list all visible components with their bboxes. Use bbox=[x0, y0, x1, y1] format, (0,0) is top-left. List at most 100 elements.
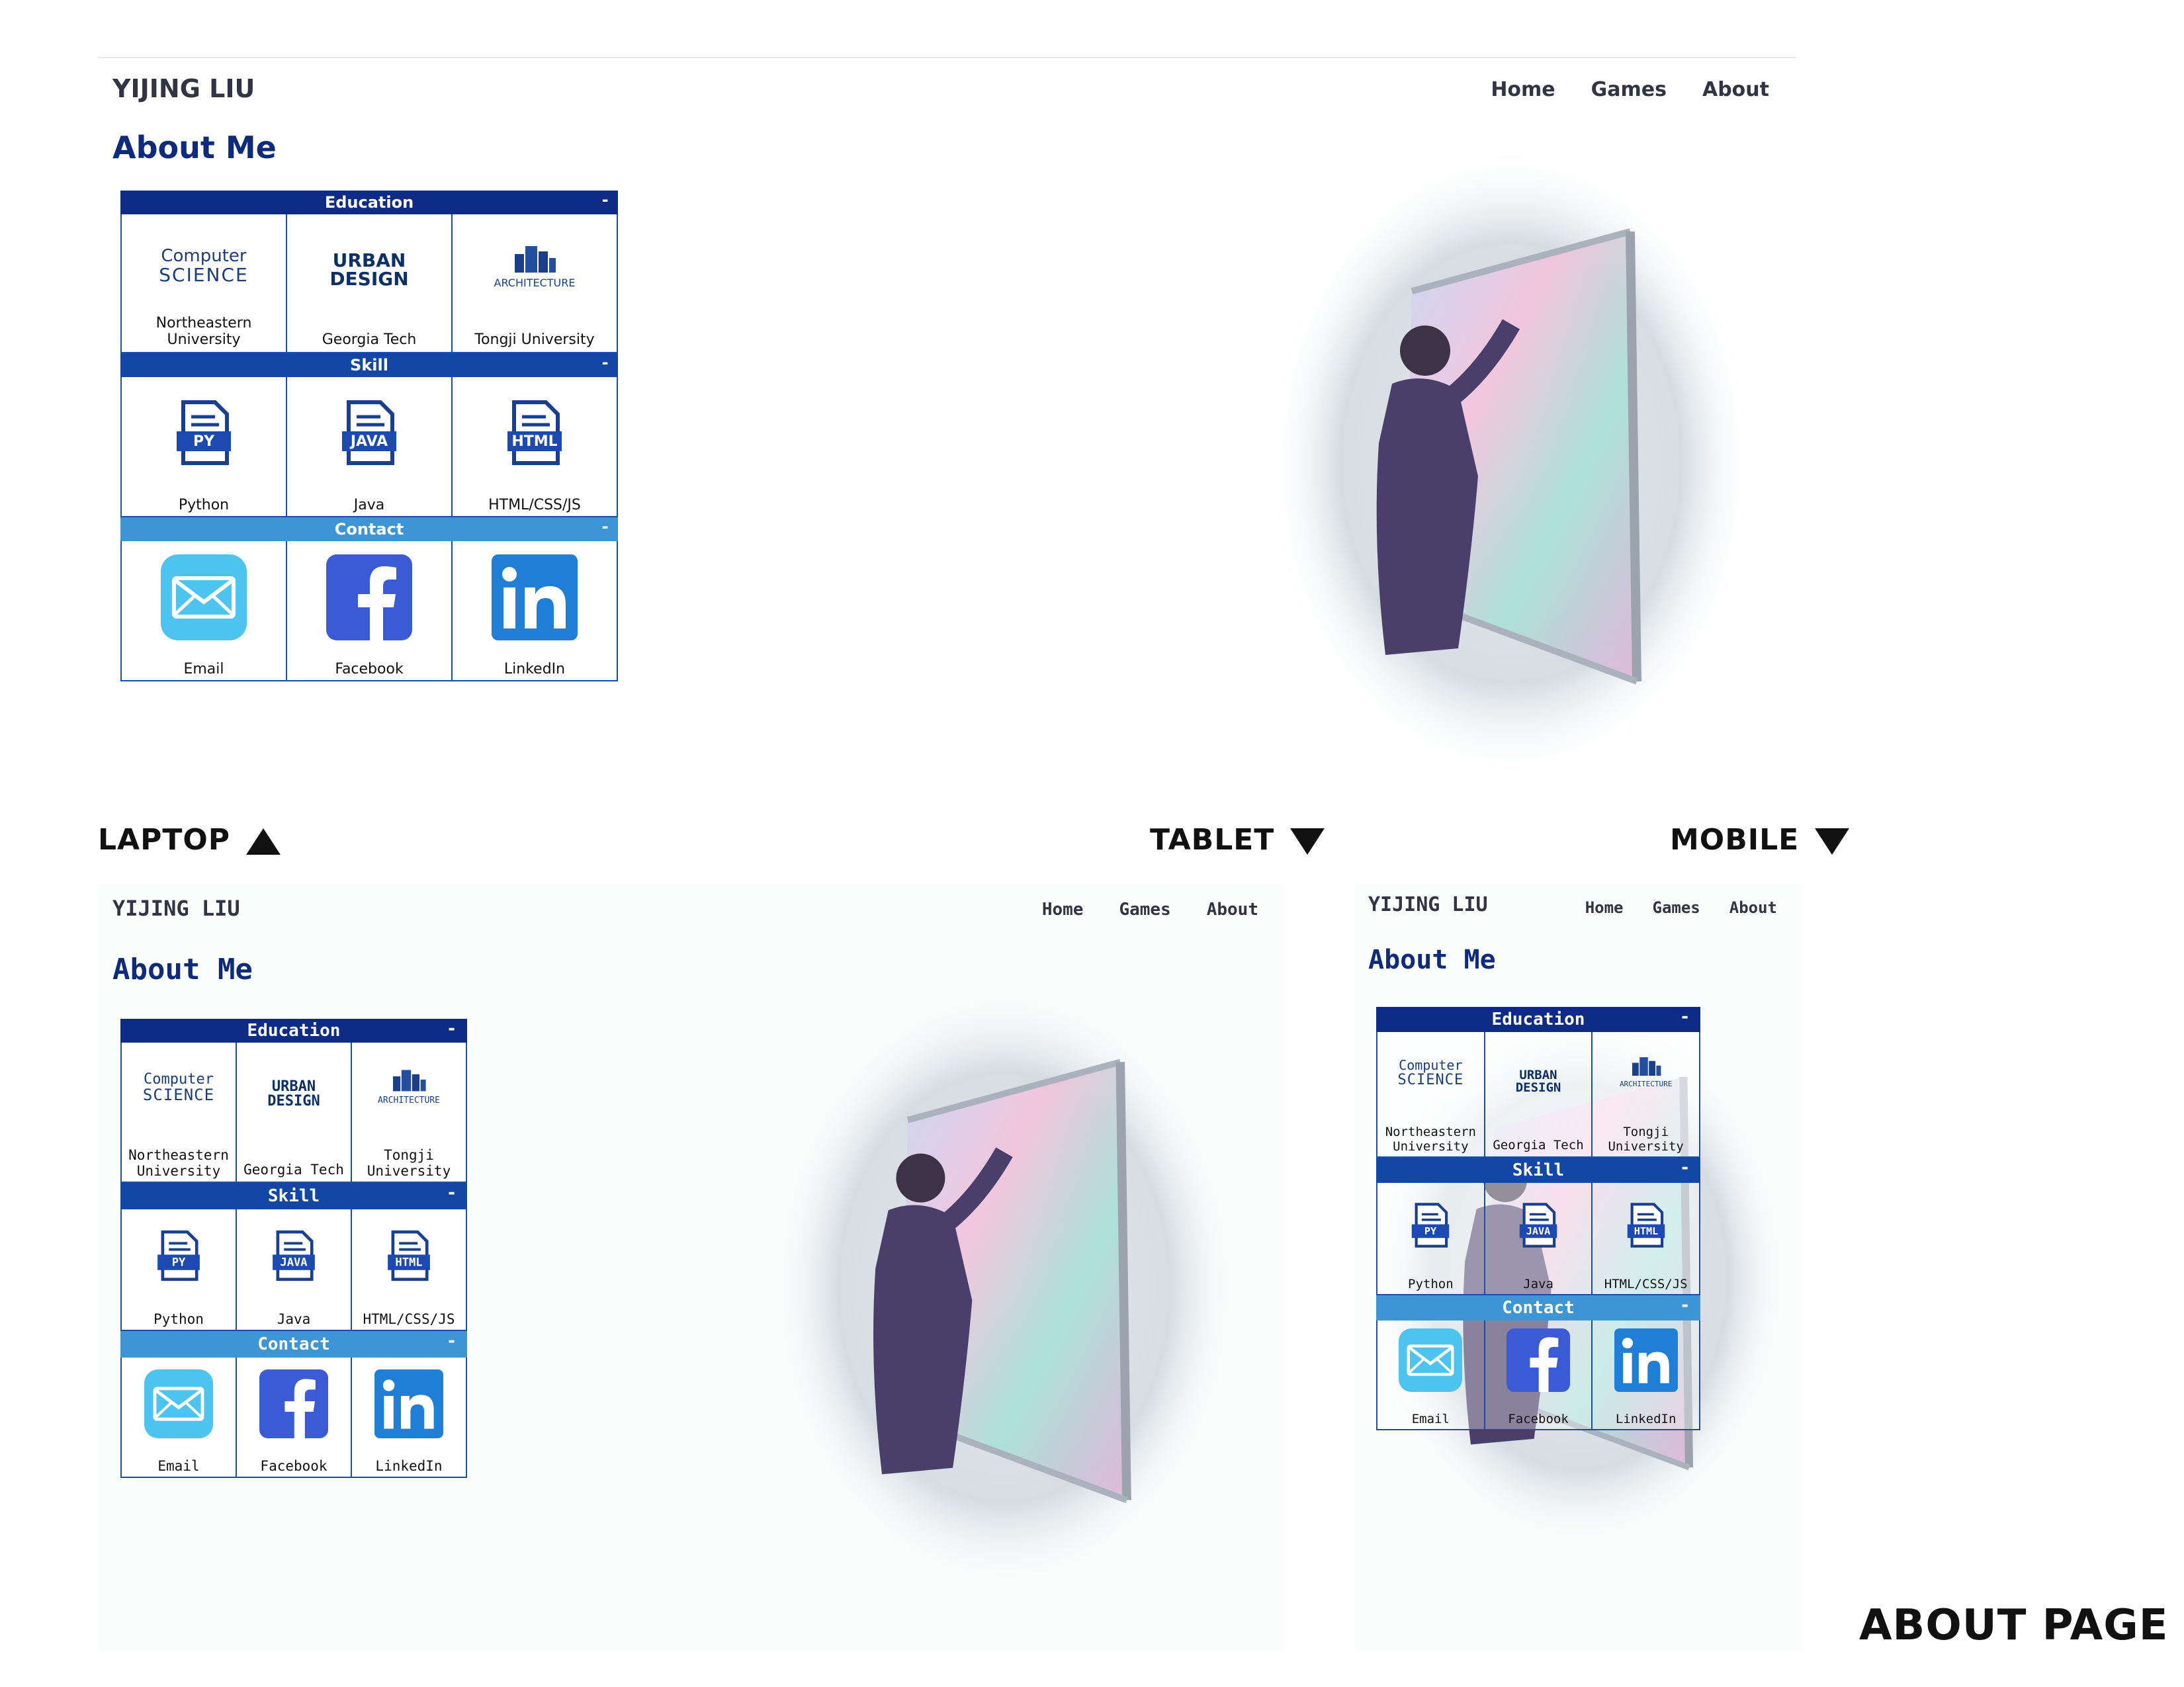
nav-about-link[interactable]: About bbox=[1207, 900, 1258, 920]
contact-row: Email Facebook LinkedIn bbox=[120, 1358, 467, 1478]
skill-cell-html[interactable]: HTML HTML/CSS/JS bbox=[1593, 1183, 1701, 1295]
education-header[interactable]: Education - bbox=[120, 1019, 467, 1043]
down-arrow-icon bbox=[1815, 828, 1850, 855]
collapse-toggle[interactable]: - bbox=[447, 1019, 457, 1039]
education-cell-tongji[interactable]: ARCHITECTURE Tongji University bbox=[352, 1043, 467, 1183]
skill-cell-java[interactable]: JAVA Java bbox=[237, 1209, 352, 1331]
architecture-logo: ARCHITECTURE bbox=[494, 241, 575, 289]
facebook-icon bbox=[1507, 1328, 1570, 1392]
education-header[interactable]: Education - bbox=[120, 191, 618, 214]
svg-text:JAVA: JAVA bbox=[349, 433, 388, 450]
brand-logo[interactable]: YIJING LIU bbox=[1368, 893, 1488, 916]
collapse-toggle[interactable]: - bbox=[1680, 1295, 1690, 1315]
python-file-icon: PY bbox=[1412, 1203, 1450, 1248]
down-arrow-icon bbox=[1290, 828, 1325, 855]
nav-home-link[interactable]: Home bbox=[1042, 900, 1084, 920]
nav-home-link[interactable]: Home bbox=[1491, 78, 1555, 101]
contact-cell-facebook[interactable]: Facebook bbox=[287, 541, 453, 681]
contact-header[interactable]: Contact - bbox=[120, 517, 618, 541]
about-grid: Education - Computer SCIENCE Northeaster… bbox=[120, 191, 618, 681]
contact-header[interactable]: Contact - bbox=[1376, 1295, 1700, 1320]
nav-games-link[interactable]: Games bbox=[1591, 78, 1667, 101]
education-cell-tongji[interactable]: ARCHITECTURE Tongji University bbox=[453, 214, 618, 353]
building-icon bbox=[392, 1070, 426, 1092]
skill-cell-html[interactable]: HTML HTML/CSS/JS bbox=[352, 1209, 467, 1331]
contact-cell-facebook[interactable]: Facebook bbox=[237, 1358, 352, 1478]
urban-design-logo: URBAN DESIGN bbox=[1515, 1068, 1561, 1095]
email-icon bbox=[144, 1369, 213, 1438]
nav-about-link[interactable]: About bbox=[1702, 78, 1769, 101]
contact-cell-facebook[interactable]: Facebook bbox=[1485, 1320, 1593, 1430]
contact-cell-email[interactable]: Email bbox=[120, 1358, 237, 1478]
contact-cell-email[interactable]: Email bbox=[120, 541, 287, 681]
laptop-label: LAPTOP bbox=[98, 823, 281, 857]
collapse-toggle[interactable]: - bbox=[602, 191, 609, 209]
computer-science-logo: Computer SCIENCE bbox=[142, 1071, 215, 1105]
collapse-toggle[interactable]: - bbox=[602, 353, 609, 372]
contact-header[interactable]: Contact - bbox=[120, 1331, 467, 1358]
nav-games-link[interactable]: Games bbox=[1119, 900, 1170, 920]
page-title: About Me bbox=[112, 130, 277, 165]
html-file-icon: HTML bbox=[507, 400, 562, 465]
brand-logo[interactable]: YIJING LIU bbox=[112, 896, 240, 921]
skill-cell-python[interactable]: PY Python bbox=[1376, 1183, 1485, 1295]
education-cell-neu[interactable]: Computer SCIENCE Northeastern University bbox=[120, 1043, 237, 1183]
up-arrow-icon bbox=[246, 828, 281, 855]
architecture-logo: ARCHITECTURE bbox=[1620, 1053, 1672, 1088]
facebook-icon bbox=[326, 554, 412, 640]
education-cell-neu[interactable]: Computer SCIENCE Northeastern University bbox=[1376, 1032, 1485, 1158]
skill-cell-html[interactable]: HTML HTML/CSS/JS bbox=[453, 377, 618, 517]
education-row: Computer SCIENCE Northeastern University… bbox=[120, 1043, 467, 1183]
education-cell-gt[interactable]: URBAN DESIGN Georgia Tech bbox=[287, 214, 453, 353]
nav-games-link[interactable]: Games bbox=[1653, 898, 1700, 917]
education-row: Computer SCIENCE Northeastern University… bbox=[1376, 1032, 1701, 1158]
about-page-label: ABOUT PAGE bbox=[1859, 1601, 2169, 1650]
page-title: About Me bbox=[112, 953, 253, 986]
skill-row: PY Python JAVA Java HTML HTML/CSS/JS bbox=[120, 377, 618, 517]
urban-design-logo: URBAN DESIGN bbox=[267, 1078, 320, 1109]
about-grid: Education - Computer SCIENCE Northeaster… bbox=[1376, 1007, 1701, 1430]
education-header[interactable]: Education - bbox=[1376, 1007, 1700, 1032]
contact-row: Email Facebook LinkedIn bbox=[120, 541, 618, 681]
skill-cell-python[interactable]: PY Python bbox=[120, 377, 287, 517]
collapse-toggle[interactable]: - bbox=[602, 517, 609, 536]
nav-home-link[interactable]: Home bbox=[1585, 898, 1624, 917]
skill-cell-java[interactable]: JAVA Java bbox=[287, 377, 453, 517]
education-cell-gt[interactable]: URBAN DESIGN Georgia Tech bbox=[237, 1043, 352, 1183]
education-cell-tongji[interactable]: ARCHITECTURE Tongji University bbox=[1593, 1032, 1701, 1158]
brand-logo[interactable]: YIJING LIU bbox=[112, 74, 255, 103]
skill-row: PY Python JAVA Java HTML HTML/CSS/JS bbox=[120, 1209, 467, 1331]
contact-cell-linkedin[interactable]: LinkedIn bbox=[352, 1358, 467, 1478]
laptop-frame: YIJING LIU Home Games About About Me Edu… bbox=[98, 57, 1796, 806]
education-cell-neu[interactable]: Computer SCIENCE Northeastern University bbox=[120, 214, 287, 353]
contact-cell-linkedin[interactable]: LinkedIn bbox=[453, 541, 618, 681]
building-icon bbox=[1632, 1057, 1661, 1076]
collapse-toggle[interactable]: - bbox=[447, 1331, 457, 1351]
computer-science-logo: Computer SCIENCE bbox=[1397, 1057, 1464, 1088]
contact-cell-email[interactable]: Email bbox=[1376, 1320, 1485, 1430]
skill-cell-java[interactable]: JAVA Java bbox=[1485, 1183, 1593, 1295]
collapse-toggle[interactable]: - bbox=[1680, 1007, 1690, 1027]
skill-cell-python[interactable]: PY Python bbox=[120, 1209, 237, 1331]
skill-header[interactable]: Skill - bbox=[120, 353, 618, 377]
skill-header[interactable]: Skill - bbox=[1376, 1158, 1700, 1183]
building-icon bbox=[514, 246, 556, 273]
svg-text:HTML: HTML bbox=[1634, 1225, 1657, 1237]
html-file-icon: HTML bbox=[1627, 1203, 1665, 1248]
svg-text:PY: PY bbox=[1424, 1225, 1437, 1237]
skill-header[interactable]: Skill - bbox=[120, 1183, 467, 1209]
nav-bar: Home Games About bbox=[1042, 900, 1258, 920]
nav-about-link[interactable]: About bbox=[1729, 898, 1777, 917]
linkedin-icon bbox=[374, 1369, 443, 1438]
education-cell-gt[interactable]: URBAN DESIGN Georgia Tech bbox=[1485, 1032, 1593, 1158]
java-file-icon: JAVA bbox=[342, 400, 396, 465]
svg-text:PY: PY bbox=[172, 1256, 186, 1270]
collapse-toggle[interactable]: - bbox=[447, 1183, 457, 1203]
contact-cell-linkedin[interactable]: LinkedIn bbox=[1593, 1320, 1701, 1430]
contact-row: Email Facebook LinkedIn bbox=[1376, 1320, 1701, 1430]
architecture-logo: ARCHITECTURE bbox=[378, 1065, 440, 1105]
mobile-label: MOBILE bbox=[1670, 823, 1850, 857]
collapse-toggle[interactable]: - bbox=[1680, 1158, 1690, 1178]
linkedin-icon bbox=[492, 554, 578, 640]
linkedin-icon bbox=[1614, 1328, 1678, 1392]
